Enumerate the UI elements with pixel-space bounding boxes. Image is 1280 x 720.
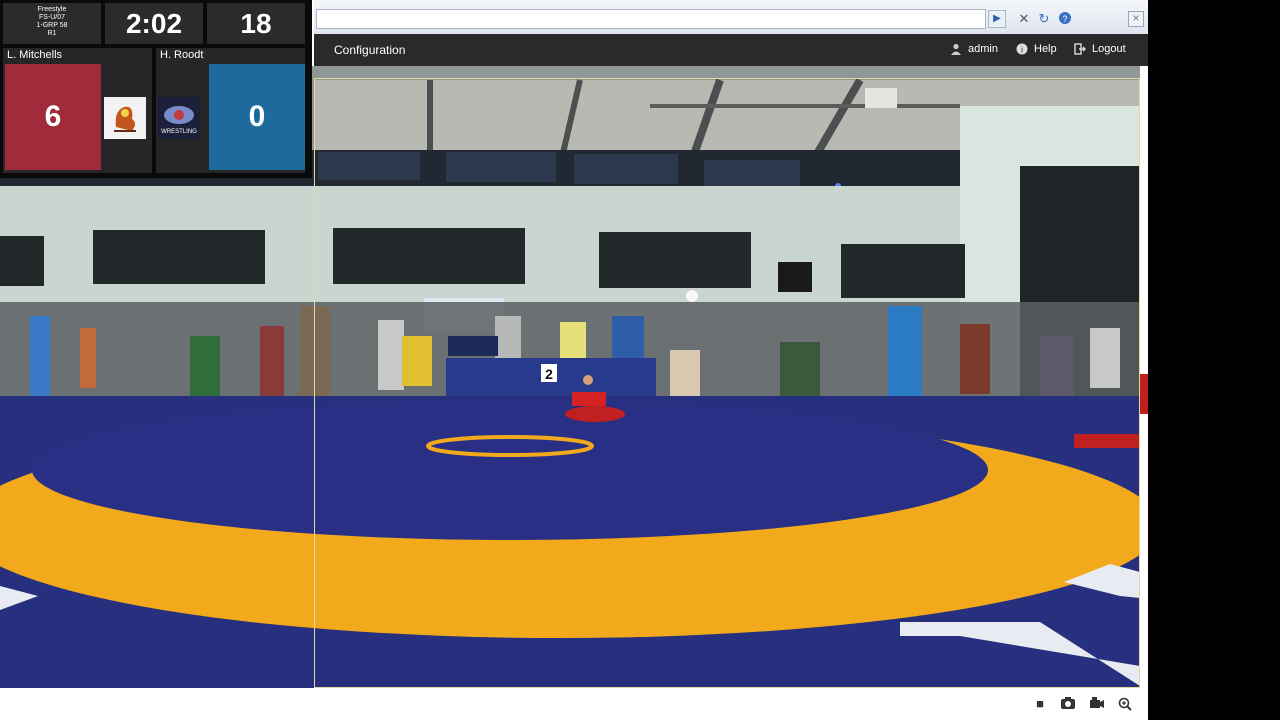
letterbox-right (1148, 0, 1280, 720)
weight-class: 18 (207, 3, 305, 44)
nav-logout[interactable]: Logout (1074, 43, 1126, 55)
side-panel-toggle[interactable] (1140, 374, 1148, 414)
zoom-in-icon[interactable] (1117, 697, 1133, 711)
blue-score: 0 (209, 64, 305, 170)
red-score: 6 (5, 64, 101, 170)
red-club-logo (104, 97, 146, 139)
mat-inner-circle (32, 400, 988, 540)
svg-text:?: ? (1062, 14, 1067, 24)
match-clock: 2:02 (105, 3, 203, 44)
nav-configuration[interactable]: Configuration (334, 43, 405, 57)
camera-icon[interactable] (1060, 697, 1076, 711)
blue-logo-text: WRESTLING (161, 129, 197, 135)
close-icon[interactable]: × (1128, 11, 1144, 27)
nav-user[interactable]: admin (950, 43, 998, 55)
play-arrow-icon[interactable]: ▶ (988, 10, 1006, 28)
match-info: Freestyle FS-U/07 1-GRP 58 R1 (3, 3, 101, 44)
record-icon[interactable] (1089, 697, 1105, 711)
info-icon: i (1016, 43, 1028, 55)
nav-logout-label: Logout (1092, 43, 1126, 55)
nav-user-label: admin (968, 43, 998, 55)
help-circle-icon[interactable]: ? (1057, 11, 1073, 27)
refresh-icon[interactable]: ↻ (1036, 11, 1052, 27)
table-number: 2 (545, 366, 553, 382)
tools-icon[interactable]: ✕ (1016, 11, 1032, 27)
blue-club-logo: WRESTLING (158, 97, 200, 139)
video-controls: ■ (0, 688, 1148, 720)
match-division: FS-U/07 (38, 14, 66, 21)
nav-help[interactable]: i Help (1016, 43, 1057, 55)
blue-wrestler-name: H. Roodt (160, 49, 204, 61)
svg-text:i: i (1021, 46, 1023, 55)
logout-icon (1074, 43, 1086, 55)
url-field[interactable] (316, 9, 986, 29)
projector (865, 88, 897, 108)
red-wrestler-name: L. Mitchells (7, 49, 63, 61)
match-round: R1 (47, 30, 57, 37)
app-navbar: Configuration admin i Help Logout (314, 34, 1148, 66)
scoreboard-overlay: Freestyle FS-U/07 1-GRP 58 R1 2:02 18 L.… (0, 0, 312, 178)
match-bracket: 1-GRP 58 (36, 22, 68, 29)
nav-help-label: Help (1034, 43, 1057, 55)
user-icon (951, 43, 961, 55)
stop-icon[interactable]: ■ (1032, 697, 1048, 711)
browser-toolbar: ▶ ✕ ↻ ? × (314, 0, 1148, 35)
match-style: Freestyle (37, 6, 67, 13)
